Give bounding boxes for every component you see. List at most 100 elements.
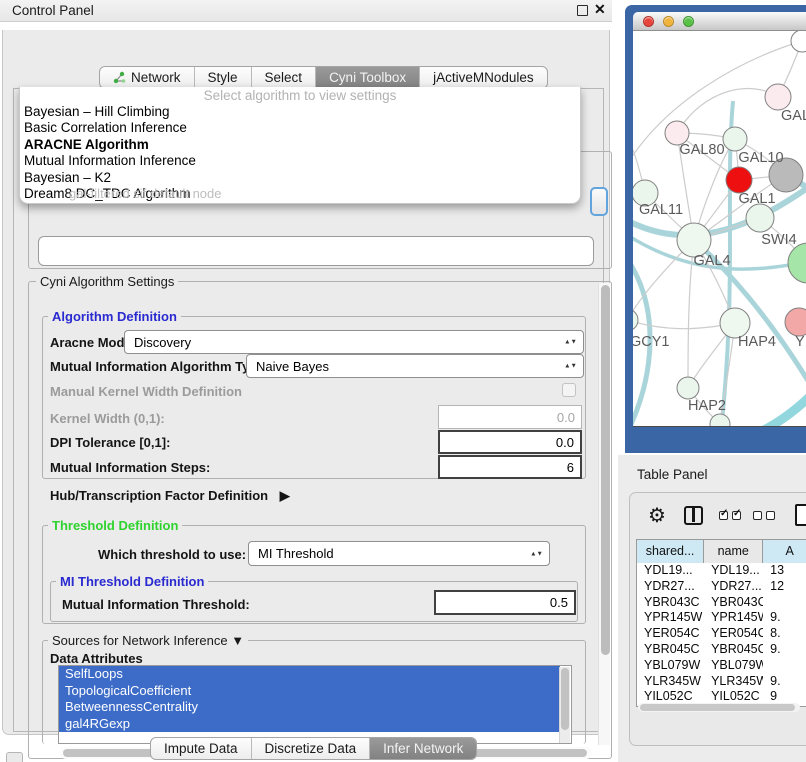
mi-algorithm-type-value: Naive Bayes bbox=[256, 359, 329, 374]
zoom-traffic-light[interactable] bbox=[683, 16, 694, 27]
table-cell: YDL19... bbox=[637, 563, 704, 579]
network-canvas[interactable]: GALGAL80GAL10GAL1GAL11SWI4GAL4GCY1HAP4YH… bbox=[633, 31, 806, 427]
bottom-tabs: Impute DataDiscretize DataInfer Network bbox=[150, 737, 477, 760]
network-node-swi4[interactable] bbox=[746, 204, 774, 232]
network-node-gal[interactable] bbox=[765, 84, 791, 110]
network-node[interactable] bbox=[710, 414, 730, 427]
network-node-gal10[interactable] bbox=[723, 127, 747, 151]
data-attributes-list[interactable]: SelfLoopsTopologicalCoefficientBetweenne… bbox=[58, 665, 572, 744]
table-row[interactable]: YLR345WYLR345W9. bbox=[637, 674, 806, 690]
unchecked-columns-icon[interactable] bbox=[753, 511, 775, 520]
node-label: GAL11 bbox=[639, 202, 683, 218]
which-threshold-combo[interactable]: MI Threshold ▲▼ bbox=[248, 541, 550, 566]
table-row[interactable]: YER054CYER054C8. bbox=[637, 626, 806, 642]
column-header[interactable]: name bbox=[704, 540, 763, 563]
control-panel-title: Control Panel bbox=[12, 3, 94, 18]
dpi-tolerance-label: DPI Tolerance [0,1]: bbox=[50, 435, 170, 450]
file-icon[interactable] bbox=[795, 504, 806, 526]
dpi-tolerance-field[interactable]: 0.0 bbox=[438, 430, 582, 454]
network-node-gal1[interactable] bbox=[726, 167, 752, 193]
node-table[interactable]: shared...nameA YDL19...YDL19...13YDR27..… bbox=[636, 539, 806, 707]
mi-algorithm-type-combo[interactable]: Naive Bayes ▲▼ bbox=[246, 354, 584, 378]
which-threshold-label: Which threshold to use: bbox=[98, 547, 246, 562]
which-threshold-value: MI Threshold bbox=[258, 546, 334, 561]
table-row[interactable]: YDR27...YDR27...12 bbox=[637, 579, 806, 595]
table-cell: YBL079W bbox=[704, 658, 763, 674]
close-traffic-light[interactable] bbox=[643, 16, 654, 27]
sources-title[interactable]: Sources for Network Inference ▼ bbox=[48, 633, 248, 648]
control-panel-body: NetworkStyleSelectCyni ToolboxjActiveMNo… bbox=[2, 30, 610, 735]
table-row[interactable]: YPR145WYPR145W9. bbox=[637, 610, 806, 626]
algorithm-option[interactable]: Mutual Information Inference bbox=[20, 153, 580, 169]
attributes-scrollbar[interactable] bbox=[559, 667, 570, 743]
network-combo[interactable] bbox=[38, 236, 594, 266]
tab-impute-data[interactable]: Impute Data bbox=[151, 738, 252, 759]
table-cell: YBR045C bbox=[637, 642, 704, 658]
algorithm-option[interactable]: Bayesian – Hill Climbing bbox=[20, 104, 580, 120]
network-window-frame[interactable]: GALGAL80GAL10GAL1GAL11SWI4GAL4GCY1HAP4YH… bbox=[625, 5, 806, 453]
spinner-arrows-icon: ▲▼ bbox=[530, 551, 543, 556]
expanded-arrow-icon: ▼ bbox=[231, 633, 244, 648]
network-node-gcy1[interactable] bbox=[633, 309, 638, 331]
table-cell: YPR145W bbox=[704, 610, 763, 626]
attribute-item[interactable]: TopologicalCoefficient bbox=[59, 683, 560, 700]
mi-threshold-label: Mutual Information Threshold: bbox=[62, 597, 250, 612]
table-horizontal-scrollbar[interactable] bbox=[638, 703, 800, 712]
kernel-width-field[interactable]: 0.0 bbox=[438, 405, 582, 429]
table-cell: YLR345W bbox=[704, 674, 763, 690]
table-cell: 9. bbox=[763, 674, 806, 690]
tab-infer-network[interactable]: Infer Network bbox=[370, 738, 476, 759]
mi-steps-field[interactable]: 6 bbox=[438, 455, 582, 479]
cyni-settings-title: Cyni Algorithm Settings bbox=[36, 274, 178, 289]
table-row[interactable]: YBL079WYBL079W bbox=[637, 658, 806, 674]
data-attributes-label: Data Attributes bbox=[50, 651, 143, 666]
tab-style[interactable]: Style bbox=[195, 67, 252, 88]
hub-definition-label: Hub/Transcription Factor Definition bbox=[50, 488, 268, 503]
hub-definition-toggle[interactable]: Hub/Transcription Factor Definition ▶ bbox=[50, 488, 290, 504]
table-cell: 9. bbox=[763, 642, 806, 658]
algorithm-option[interactable]: Dream8 DC_TDC Algorithm bbox=[20, 186, 580, 202]
column-header[interactable]: A bbox=[763, 540, 806, 563]
table-cell: YER054C bbox=[637, 626, 704, 642]
tab-cyni-toolbox[interactable]: Cyni Toolbox bbox=[316, 67, 420, 88]
algorithm-option[interactable]: Basic Correlation Inference bbox=[20, 120, 580, 136]
algorithm-option[interactable]: Bayesian – K2 bbox=[20, 170, 580, 186]
aracne-mode-combo[interactable]: Discovery ▲▼ bbox=[124, 330, 584, 354]
network-node-gal4[interactable] bbox=[677, 223, 711, 257]
float-window-icon[interactable] bbox=[577, 5, 588, 16]
column-header[interactable]: shared... bbox=[637, 540, 704, 563]
algorithm-definition-title: Algorithm Definition bbox=[48, 309, 181, 324]
table-cell: 12 bbox=[763, 579, 806, 595]
manual-kernel-checkbox[interactable] bbox=[562, 383, 576, 397]
network-node-hap2[interactable] bbox=[677, 377, 699, 399]
table-row[interactable]: YBR043CYBR043C bbox=[637, 595, 806, 611]
minimized-panel-icon[interactable] bbox=[6, 752, 23, 762]
close-icon[interactable]: ✕ bbox=[594, 1, 606, 18]
attribute-item[interactable]: BetweennessCentrality bbox=[59, 699, 560, 716]
table-row[interactable]: YDL19...YDL19...13 bbox=[637, 563, 806, 579]
split-view-icon[interactable] bbox=[684, 506, 703, 525]
checked-columns-icon[interactable] bbox=[719, 511, 741, 520]
table-cell: 9. bbox=[763, 610, 806, 626]
mi-threshold-field[interactable]: 0.5 bbox=[434, 590, 576, 615]
table-row[interactable]: YBR045CYBR045C9. bbox=[637, 642, 806, 658]
mi-algorithm-type-label: Mutual Information Algorithm Type: bbox=[50, 359, 269, 374]
tab-discretize-data[interactable]: Discretize Data bbox=[252, 738, 371, 759]
settings-vertical-scrollbar[interactable] bbox=[598, 283, 610, 745]
network-node-y[interactable] bbox=[785, 308, 806, 336]
minimize-traffic-light[interactable] bbox=[663, 16, 674, 27]
network-node[interactable] bbox=[791, 31, 806, 52]
node-label: HAP2 bbox=[688, 398, 726, 414]
network-node[interactable] bbox=[788, 243, 806, 283]
attribute-item[interactable]: gal4RGexp bbox=[59, 716, 560, 733]
tab-select[interactable]: Select bbox=[252, 67, 317, 88]
gear-icon[interactable]: ⚙ bbox=[648, 503, 666, 528]
algorithm-option[interactable]: ARACNE Algorithm bbox=[20, 137, 580, 153]
control-panel-header: Control Panel ✕ bbox=[0, 0, 612, 22]
attribute-item[interactable]: SelfLoops bbox=[59, 666, 560, 683]
table-panel-region: Table Panel ⚙ shared...nameA YDL19...YDL… bbox=[618, 455, 806, 762]
network-window-titlebar[interactable] bbox=[633, 12, 806, 31]
tab-jactivemnodules[interactable]: jActiveMNodules bbox=[420, 67, 547, 88]
tab-network[interactable]: Network bbox=[100, 67, 195, 88]
algorithm-combo-arrow-button[interactable] bbox=[590, 187, 608, 216]
